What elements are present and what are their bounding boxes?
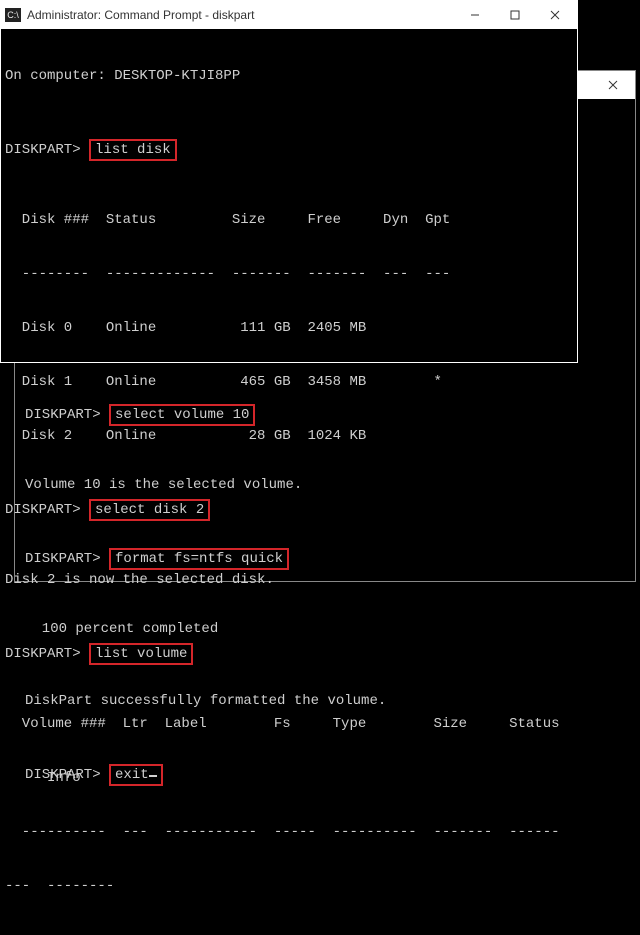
highlight-list-volume: list volume [89,643,193,665]
close-button-front[interactable] [535,2,575,28]
table-row: Disk 1 Online 465 GB 3458 MB * [5,373,573,391]
title-front: Administrator: Command Prompt - diskpart [27,8,455,22]
cmd-icon: C:\ [5,8,21,22]
prompt: DISKPART> [5,646,81,662]
table-sep-disk: -------- ------------- ------- ------- -… [5,265,573,283]
titlebar-front[interactable]: C:\ Administrator: Command Prompt - disk… [1,1,577,29]
highlight-list-disk: list disk [89,139,177,161]
table-row: Disk 0 Online 111 GB 2405 MB [5,319,573,337]
prompt: DISKPART> [5,502,81,518]
table-header-disk: Disk ### Status Size Free Dyn Gpt [5,211,573,229]
cmd-window-front: C:\ Administrator: Command Prompt - disk… [0,0,578,363]
highlight-select-disk: select disk 2 [89,499,210,521]
prompt: DISKPART> [5,142,81,158]
maximize-button-front[interactable] [495,2,535,28]
line-computer: On computer: DESKTOP-KTJI8PP [5,67,573,85]
table-header-volume: Volume ### Ltr Label Fs Type Size Status [5,715,573,733]
table-sep-volume-2: --- -------- [5,877,573,895]
msg-selected-disk: Disk 2 is now the selected disk. [5,571,573,589]
close-button-back[interactable] [593,72,633,98]
minimize-button-front[interactable] [455,2,495,28]
table-row: Disk 2 Online 28 GB 1024 KB [5,427,573,445]
table-header-volume-2: Info [5,769,573,787]
terminal-output-front: On computer: DESKTOP-KTJI8PP DISKPART> l… [1,29,577,935]
table-sep-volume: ---------- --- ----------- ----- -------… [5,823,573,841]
